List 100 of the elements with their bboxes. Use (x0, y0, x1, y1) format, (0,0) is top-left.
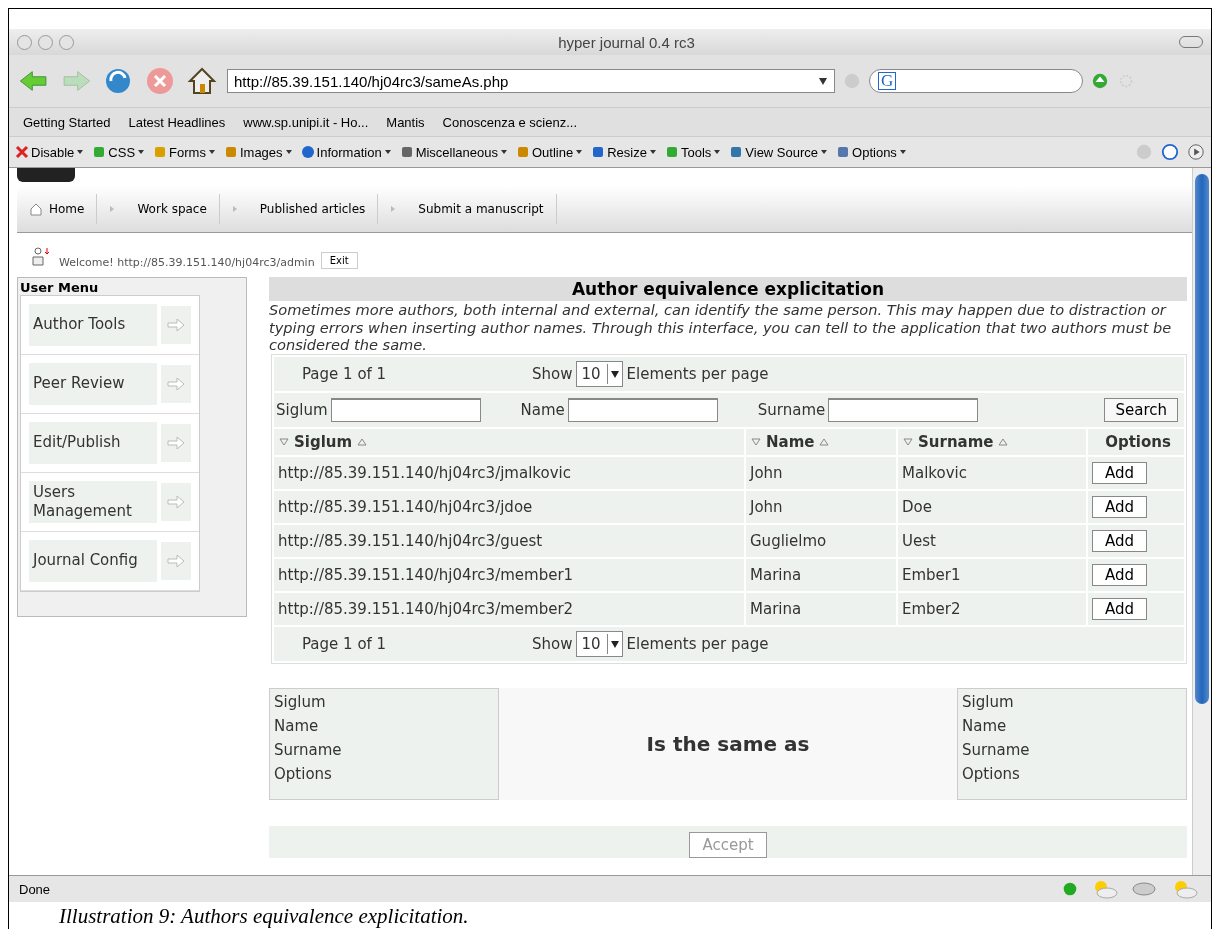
bookmark-link[interactable]: Latest Headlines (128, 114, 226, 130)
toolbar-menu[interactable]: Outline (516, 144, 584, 160)
home-icon[interactable] (185, 66, 219, 96)
tool-icon (223, 145, 238, 159)
tool-icon (516, 145, 530, 159)
chevron-icon (231, 205, 238, 213)
info-icon[interactable] (1161, 143, 1179, 161)
toolbar-menu[interactable]: Images (223, 144, 293, 160)
filter-input[interactable] (330, 397, 481, 422)
caret-icon (898, 148, 907, 156)
toolbar-menu[interactable]: Forms (153, 144, 216, 160)
show-label: Show (532, 634, 573, 653)
field-label: Siglum (274, 692, 327, 711)
filter-input[interactable] (828, 397, 979, 422)
caret-icon (284, 148, 293, 156)
sort-down-icon[interactable] (902, 435, 914, 448)
toolbar-menu[interactable]: Resize (591, 144, 657, 160)
caret-icon (820, 148, 829, 156)
toolbar-menu[interactable]: Tools (664, 144, 722, 160)
caret-icon (606, 363, 622, 384)
exit-button[interactable]: Exit (320, 252, 358, 269)
table-cell: Ember1 (898, 558, 1086, 591)
table-cell: Doe (898, 490, 1086, 523)
nav-link[interactable]: Home (17, 194, 98, 224)
close-icon[interactable] (17, 34, 32, 50)
menu-item[interactable]: Edit/Publish (29, 422, 157, 464)
toolbar-menu[interactable]: Disable (15, 144, 85, 160)
caret-icon (713, 148, 722, 156)
chevron-icon (109, 205, 116, 213)
menu-item[interactable]: Users Management (29, 481, 157, 523)
tool-icon (664, 145, 679, 159)
caret-icon (575, 148, 584, 156)
nav-link[interactable]: Submit a manuscript (378, 194, 557, 224)
figure-caption: Illustration 9: Authors equivalence explicitation. (58, 904, 470, 929)
address-field[interactable]: http://85.39.151.140/hj04rc3/sameAs.php (227, 69, 835, 93)
arrow-button[interactable] (161, 306, 191, 344)
add-button[interactable]: Add (1092, 563, 1148, 586)
bookmark-link[interactable]: www.sp.unipi.it - Ho... (243, 114, 369, 130)
toolbar-menu[interactable]: Information (300, 144, 392, 160)
field-label: Surname (274, 740, 343, 759)
table-cell: Ember2 (898, 592, 1086, 625)
minimize-icon[interactable] (38, 34, 53, 50)
tool-icon (836, 145, 851, 159)
per-page-label: Elements per page (626, 364, 769, 383)
table-cell: Guglielmo (746, 524, 896, 557)
scroll-thumb[interactable] (1195, 174, 1209, 704)
table-cell: Marina (746, 592, 896, 625)
caret-icon (383, 148, 392, 156)
toolbar-menu[interactable]: Options (836, 144, 907, 160)
table-cell: http://85.39.151.140/hj04rc3/jdoe (274, 490, 744, 523)
toolbar-menu[interactable]: CSS (92, 144, 146, 160)
dropdown-caret-icon[interactable] (818, 76, 828, 86)
bookmark-link[interactable]: Mantis (386, 114, 425, 130)
table-cell: http://85.39.151.140/hj04rc3/member1 (274, 558, 744, 591)
welcome-text: Welcome! http://85.39.151.140/hj04rc3/admin (59, 256, 315, 269)
search-field[interactable]: G (869, 69, 1083, 93)
per-page-select[interactable]: 10 (576, 630, 623, 657)
bookmark-link[interactable]: Conoscenza e scienz... (442, 114, 577, 130)
zoom-icon[interactable] (59, 34, 74, 50)
toolbar-menu[interactable]: Miscellaneous (399, 144, 508, 160)
user-menu-title: User Menu (19, 279, 100, 295)
nav-link[interactable]: Published articles (219, 194, 379, 224)
cloud-icon (1129, 879, 1159, 899)
add-button[interactable]: Add (1092, 461, 1148, 484)
sort-down-icon[interactable] (278, 435, 290, 448)
field-label: Surname (962, 740, 1031, 759)
tool-icon (729, 145, 744, 159)
arrow-button[interactable] (161, 483, 191, 521)
arrow-button[interactable] (161, 424, 191, 462)
toolbar-menu[interactable]: View Source (729, 144, 829, 160)
add-button[interactable]: Add (1092, 495, 1148, 518)
column-header[interactable]: Siglum (294, 432, 353, 451)
caret-icon (500, 148, 508, 156)
menu-item[interactable]: Author Tools (29, 304, 157, 346)
caret-icon (76, 148, 85, 156)
cross-icon (15, 145, 29, 159)
per-page-label: Elements per page (626, 634, 769, 653)
arrow-icon (166, 318, 186, 332)
arrow-button[interactable] (161, 542, 191, 580)
page-heading: Author equivalence explicitation (269, 277, 1187, 301)
bookmark-link[interactable]: Getting Started (23, 114, 111, 130)
menu-item[interactable]: Peer Review (29, 363, 157, 405)
arrow-button[interactable] (161, 365, 191, 403)
filter-label: Name (520, 400, 565, 419)
per-page-select[interactable]: 10 (576, 360, 623, 387)
play-icon[interactable] (1187, 143, 1205, 161)
filter-input[interactable] (567, 397, 718, 422)
add-button[interactable]: Add (1092, 529, 1148, 552)
nav-link[interactable]: Work space (97, 194, 220, 224)
search-engine-logo[interactable]: G (878, 72, 897, 90)
add-button[interactable]: Add (1092, 597, 1148, 620)
show-label: Show (532, 364, 573, 383)
scrollbar[interactable] (1192, 168, 1211, 875)
caret-icon (648, 148, 657, 156)
filter-label: Surname (757, 400, 826, 419)
field-label: Name (962, 716, 1008, 735)
sort-down-icon[interactable] (750, 435, 762, 448)
chevron-icon (390, 205, 397, 213)
search-button[interactable]: Search (1104, 397, 1178, 422)
menu-item[interactable]: Journal Config (29, 540, 157, 582)
